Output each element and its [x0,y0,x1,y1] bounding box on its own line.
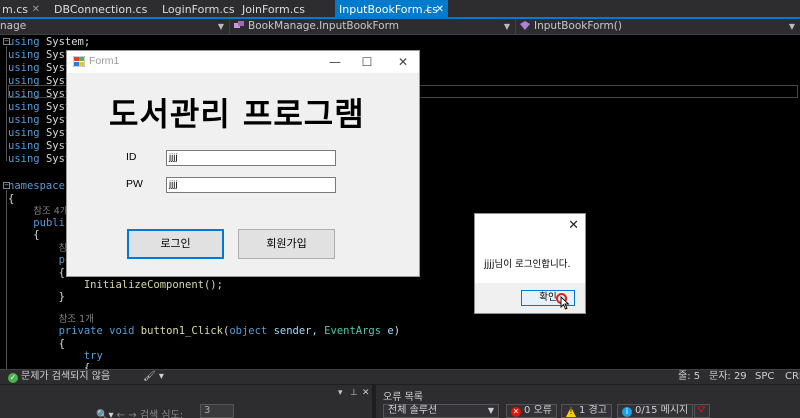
chevron-down-icon: ▼ [788,22,795,31]
scope-value: 전체 솔루션 [388,405,438,416]
error-list-title: 오류 목록 [383,392,423,403]
warning-icon: ! [566,407,576,417]
pw-input[interactable]: jjjj [166,177,336,193]
member-dropdown[interactable]: InputBookForm() ▼ [517,19,800,34]
chevron-down-icon: ▼ [487,406,494,415]
back-icon[interactable]: ← [117,410,125,418]
project-name: nage [0,20,27,32]
tab-label: InputBookForm.cs [339,3,438,16]
close-button[interactable]: ✕ [568,218,579,233]
filter-button[interactable]: ⛛ [694,404,710,418]
minimize-button[interactable]: — [327,54,343,70]
warnings-count: 1 경고 [579,405,607,416]
navigation-bar: nage ▼ BookManage.InputBookForm ▼ InputB… [0,19,800,35]
bottom-panels: ▾ ⊥ ✕ 🔍▾ ← → 검색 심도: 3 오류 목록 전체 솔루션 ▼ ✕ 0 … [0,385,800,418]
whitespace-mode[interactable]: SPC [755,370,774,384]
code-line: private void button1_Click(object sender… [58,325,401,337]
messages-count: 0/15 메시지 [635,405,689,416]
status-bar: ✓문제가 검색되지 않음 🖌 ▾ 줄: 5 문자: 29 SPC CRL [0,369,800,384]
errors-count: 0 오류 [524,405,552,416]
search-depth-label: 검색 심도: [139,410,184,418]
class-dropdown[interactable]: BookManage.InputBookForm ▼ [231,19,516,34]
code-line: } [8,291,65,303]
mouse-cursor-icon [560,296,570,310]
maximize-button[interactable]: ☐ [359,54,375,70]
search-icon[interactable]: 🔍▾ [96,410,113,418]
char-number: 문자: 29 [709,371,747,382]
scope-dropdown[interactable]: 전체 솔루션 ▼ [383,404,499,418]
code-line: using System; [8,36,91,48]
check-icon: ✓ [8,373,18,383]
id-input[interactable]: jjjj [166,150,336,166]
tab-joinform[interactable]: JoinForm.cs [238,0,333,19]
page-title: 도서관리 프로그램 [109,95,365,133]
document-tab-bar: m.cs ✕ DBConnection.cs LoginForm.cs Join… [0,0,800,19]
panel-divider [372,385,376,418]
tab-label: JoinForm.cs [242,3,305,16]
fold-guide [6,46,7,161]
code-line: { [8,362,91,369]
login-button[interactable]: 로그인 [127,229,224,259]
forward-icon[interactable]: → [128,410,136,418]
signup-button[interactable]: 회원가입 [238,229,335,259]
dropdown-icon[interactable]: ▾ [338,388,343,398]
close-icon[interactable]: ✕ [362,388,370,398]
tab-label: LoginForm.cs [162,3,235,16]
code-line: { [8,229,40,241]
tab-dbconnection[interactable]: DBConnection.cs [50,0,148,19]
issues-status[interactable]: ✓ 문제가 검색되지 않음 [8,370,110,384]
search-toolbar: 🔍▾ ← → 검색 심도: [96,406,183,418]
brush-icon[interactable]: 🖌 ▾ [143,370,164,384]
member-name: InputBookForm() [534,20,622,32]
tab-inputbookform[interactable]: InputBookForm.cs ⊥ ✕ [335,0,448,19]
close-icon[interactable]: ✕ [436,0,444,19]
warnings-filter[interactable]: ! 1 경고 [561,404,612,418]
tab-loginform[interactable]: LoginForm.cs [158,0,238,19]
error-icon: ✕ [511,407,521,417]
message-box: ✕ jjjj님이 로그인합니다. 확인 [474,213,586,314]
chevron-down-icon: ▼ [503,22,510,31]
errors-filter[interactable]: ✕ 0 오류 [506,404,557,418]
line-ending[interactable]: CRL [785,370,800,384]
form1-window: Form1 — ☐ ✕ 도서관리 프로그램 ID jjjj PW jjjj 로그… [66,50,420,277]
project-dropdown[interactable]: nage ▼ [0,19,230,34]
id-label: ID [126,151,137,163]
method-icon [520,21,530,30]
tab-m-cs[interactable]: m.cs ✕ [0,0,44,19]
filter-icon: ⛛ [697,405,706,416]
close-button[interactable]: ✕ [395,54,411,70]
pw-label: PW [126,178,143,190]
class-name: BookManage.InputBookForm [248,20,399,32]
form1-titlebar[interactable]: Form1 — ☐ ✕ [67,51,419,73]
tab-label: m.cs [2,3,28,16]
info-icon: i [622,407,632,417]
app-icon [73,56,85,67]
class-icon [234,21,244,28]
close-icon[interactable]: ✕ [32,0,40,19]
search-depth-input[interactable]: 3 [200,404,234,418]
pin-icon[interactable]: ⊥ [350,388,358,398]
messages-filter[interactable]: i 0/15 메시지 [617,404,694,418]
message-text: jjjj님이 로그인합니다. [484,259,571,270]
line-number: 줄: 5 [678,371,701,382]
form1-title: Form1 [89,55,120,67]
chevron-down-icon: ▼ [217,22,224,31]
tab-label: DBConnection.cs [54,3,148,16]
fold-guide [6,190,7,369]
pin-icon[interactable]: ⊥ [424,0,432,19]
issues-status-text: 문제가 검색되지 않음 [21,371,111,382]
